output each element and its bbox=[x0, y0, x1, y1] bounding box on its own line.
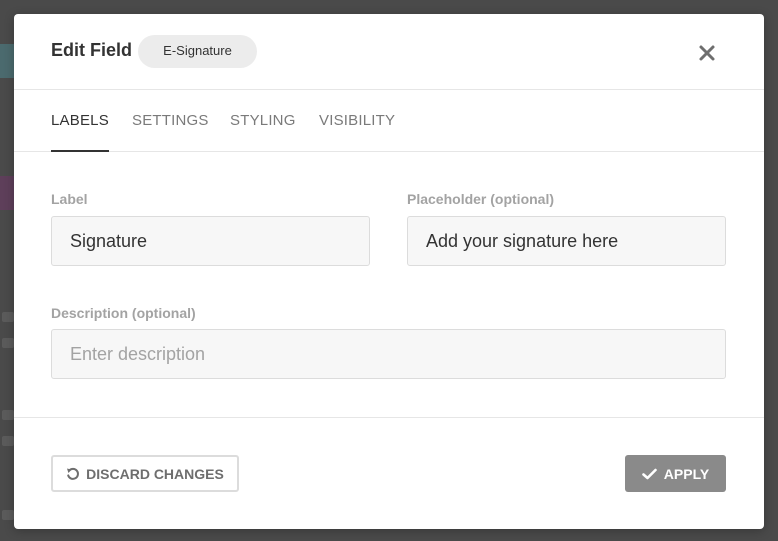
placeholder-field-label: Placeholder (optional) bbox=[407, 191, 555, 207]
description-input[interactable] bbox=[51, 329, 726, 379]
background-fragment bbox=[0, 44, 14, 78]
background-fragment bbox=[0, 176, 14, 210]
close-icon bbox=[694, 40, 720, 66]
edit-field-modal: Edit Field E-Signature LABELS SETTINGS S… bbox=[14, 14, 764, 529]
discard-changes-label: DISCARD CHANGES bbox=[86, 465, 224, 482]
label-field-label: Label bbox=[51, 191, 88, 207]
tab-visibility[interactable]: VISIBILITY bbox=[319, 90, 395, 151]
footer-divider bbox=[14, 417, 764, 418]
tab-bar: LABELS SETTINGS STYLING VISIBILITY bbox=[14, 90, 764, 152]
check-icon bbox=[641, 468, 657, 480]
modal-title: Edit Field bbox=[51, 40, 132, 60]
background-fragment bbox=[2, 312, 14, 322]
description-field-label: Description (optional) bbox=[51, 305, 196, 321]
label-input[interactable] bbox=[51, 216, 370, 266]
background-fragment bbox=[2, 510, 14, 520]
tab-labels[interactable]: LABELS bbox=[51, 90, 109, 152]
field-type-badge: E-Signature bbox=[138, 35, 257, 68]
tab-styling[interactable]: STYLING bbox=[230, 90, 296, 151]
modal-header: Edit Field E-Signature bbox=[14, 14, 764, 90]
apply-button[interactable]: APPLY bbox=[625, 455, 726, 492]
background-fragment bbox=[2, 410, 14, 420]
tab-settings[interactable]: SETTINGS bbox=[132, 90, 209, 151]
apply-label: APPLY bbox=[663, 465, 710, 482]
placeholder-input[interactable] bbox=[407, 216, 726, 266]
discard-changes-button[interactable]: DISCARD CHANGES bbox=[51, 455, 239, 492]
close-button[interactable] bbox=[694, 40, 720, 66]
background-fragment bbox=[2, 436, 14, 446]
background-fragment bbox=[2, 338, 14, 348]
undo-icon bbox=[66, 467, 80, 481]
